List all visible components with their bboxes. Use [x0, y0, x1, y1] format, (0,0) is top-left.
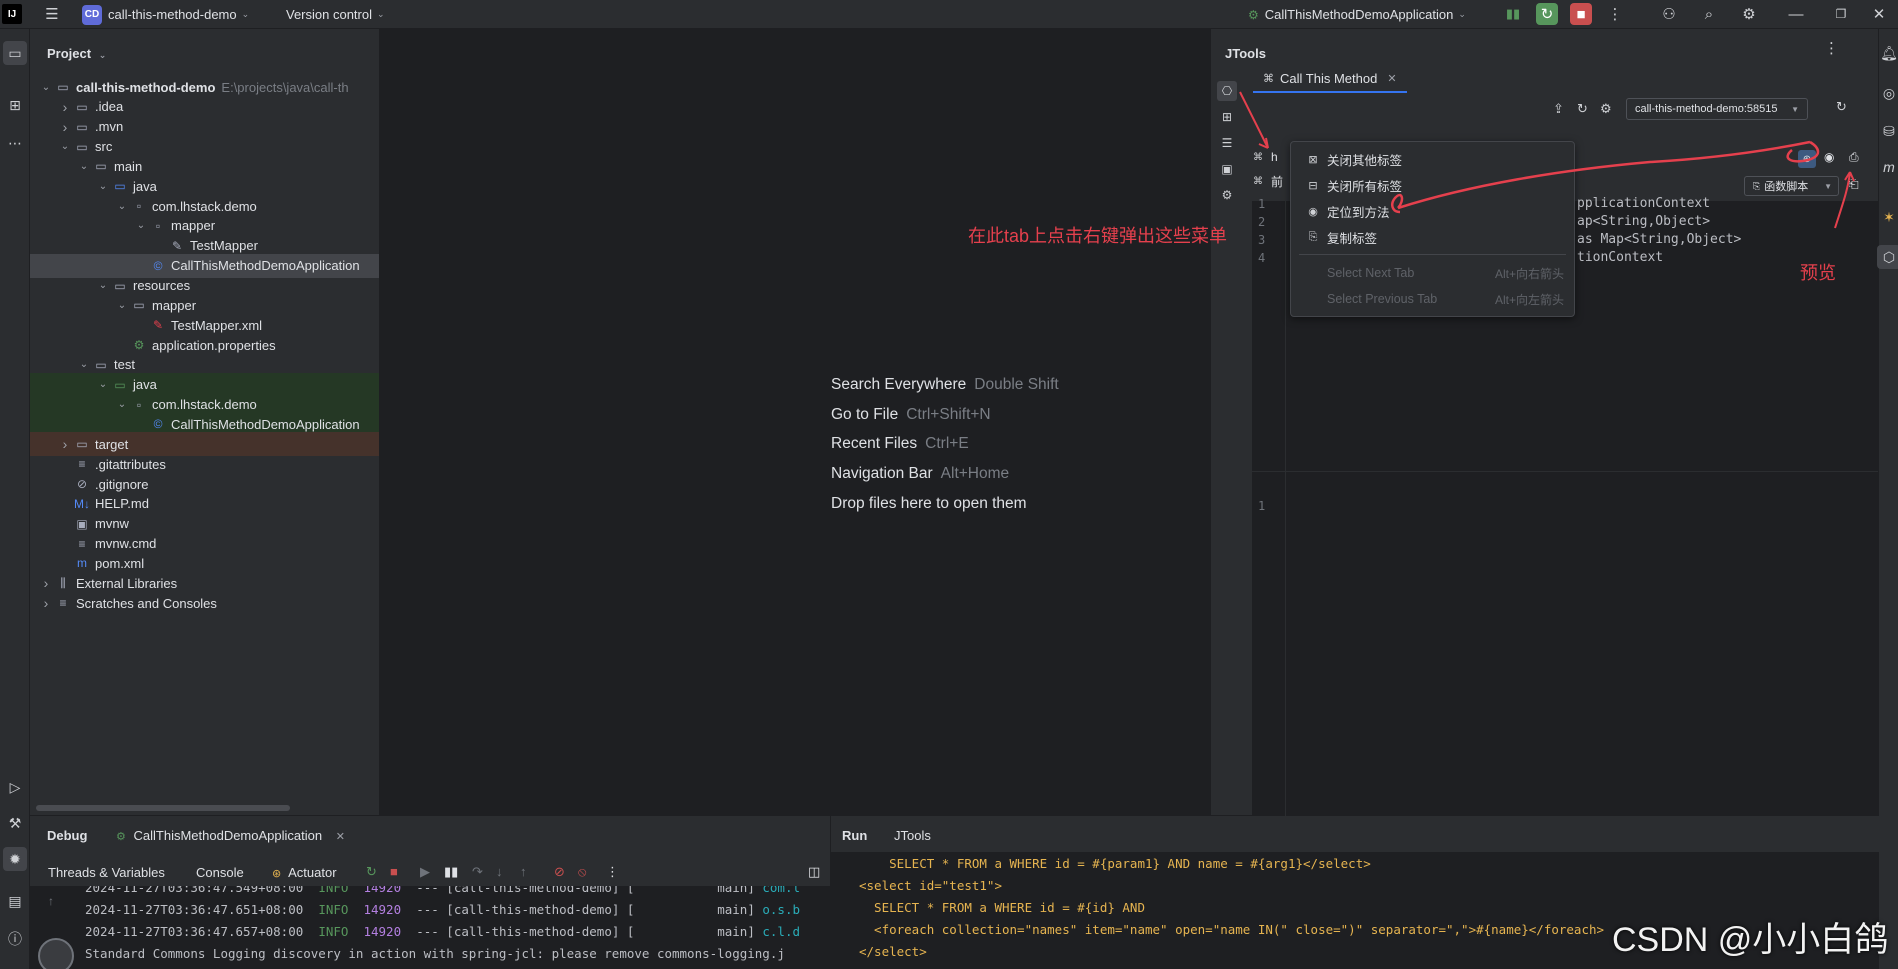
mute-breakpoints-icon[interactable]: ⦸	[578, 864, 586, 880]
log-last-line: Standard Commons Logging discovery in ac…	[85, 946, 785, 961]
pause-icon[interactable]: ▮▮	[444, 864, 458, 880]
tab-actuator-label: Actuator	[288, 865, 337, 880]
log-line: 2024-11-27T03:36:47.549+08:00 INFO 14920…	[85, 886, 800, 895]
step-out-icon[interactable]: ↑	[520, 864, 527, 879]
log-logger: c.l.d	[762, 924, 801, 939]
arrow-to-menu	[1239, 91, 1269, 149]
output-line: <select id="test1">	[859, 878, 1002, 893]
debug-session-label: CallThisMethodDemoApplication	[133, 828, 323, 843]
tab-console[interactable]: Console	[196, 865, 244, 880]
curve-to-locate	[1397, 140, 1811, 210]
spring-run-icon: ⚙	[116, 831, 126, 843]
log-level: INFO	[318, 886, 349, 895]
log-level: INFO	[318, 924, 349, 939]
run-panel-header: Run JTools	[831, 816, 1879, 852]
tab-actuator[interactable]: ⊛ Actuator	[272, 865, 337, 880]
output-line: </select>	[859, 944, 927, 959]
rerun-icon[interactable]: ↻	[366, 864, 377, 880]
log-logger: com.l	[762, 886, 801, 895]
annotation-right-click: 在此tab上点击右键弹出这些菜单	[968, 226, 1228, 246]
output-line: SELECT * FROM a WHERE id = #{param1} AND…	[859, 856, 1371, 871]
scroll-up-icon[interactable]: ↑	[48, 894, 54, 908]
stop-icon[interactable]: ■	[390, 864, 398, 879]
step-into-icon[interactable]: ↓	[496, 864, 503, 879]
resume-icon[interactable]: ▶	[420, 864, 430, 880]
annotation-preview: 预览	[1800, 263, 1836, 283]
output-line: SELECT * FROM a WHERE id = #{id} AND	[859, 900, 1145, 915]
tab-threads-variables[interactable]: Threads & Variables	[48, 865, 165, 880]
layout-icon[interactable]: ◫	[808, 864, 820, 880]
debug-title: Debug	[47, 828, 88, 843]
debug-panel: Debug ⚙ CallThisMethodDemoApplication ✕ …	[30, 816, 830, 969]
close-tab-icon[interactable]: ✕	[336, 831, 345, 843]
view-breakpoints-icon[interactable]: ⊘	[554, 864, 565, 880]
debug-toolbar: Threads & Variables Console ⊛ Actuator ↻…	[30, 860, 830, 886]
actuator-icon: ⊛	[272, 868, 282, 880]
log-thread: --- [call-this-method-demo] [ main]	[416, 886, 763, 895]
step-over-icon[interactable]: ↷	[472, 864, 483, 880]
log-timestamp: 2024-11-27T03:36:47.549+08:00	[85, 886, 304, 895]
debug-console[interactable]: ↑ 2024-11-27T03:36:47.549+08:00 INFO 149…	[30, 886, 830, 969]
log-thread: --- [call-this-method-demo] [ main]	[416, 902, 763, 917]
avatar[interactable]	[38, 938, 74, 969]
watermark: CSDN @小小白鸽	[1612, 921, 1889, 959]
log-level: INFO	[318, 902, 349, 917]
log-pid: 14920	[363, 886, 402, 895]
log-timestamp: 2024-11-27T03:36:47.657+08:00	[85, 924, 304, 939]
log-timestamp: 2024-11-27T03:36:47.651+08:00	[85, 902, 304, 917]
log-pid: 14920	[363, 924, 402, 939]
arrow-to-preview	[1834, 171, 1851, 229]
log-line: 2024-11-27T03:36:47.657+08:00 INFO 14920…	[85, 924, 800, 939]
log-logger: o.s.b	[762, 902, 801, 917]
more-actions-icon[interactable]: ⋮	[606, 864, 619, 880]
log-pid: 14920	[363, 902, 402, 917]
tab-jtools[interactable]: JTools	[894, 828, 931, 843]
output-line: <foreach collection="names" item="name" …	[859, 922, 1605, 937]
log-thread: --- [call-this-method-demo] [ main]	[416, 924, 763, 939]
tab-run[interactable]: Run	[842, 828, 867, 843]
hook-at-menu-item	[1391, 193, 1404, 214]
log-line: 2024-11-27T03:36:47.651+08:00 INFO 14920…	[85, 902, 800, 917]
debug-session-tab[interactable]: ⚙ CallThisMethodDemoApplication ✕	[116, 828, 345, 843]
